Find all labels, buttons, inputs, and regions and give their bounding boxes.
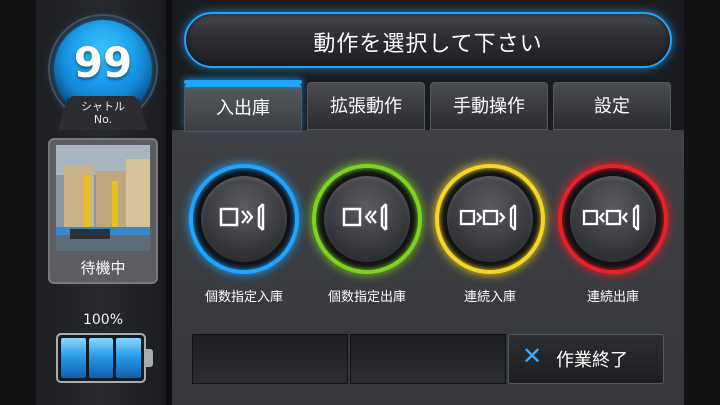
action-ring[interactable] — [558, 164, 668, 274]
action-ring[interactable] — [435, 164, 545, 274]
action-ring[interactable] — [189, 164, 299, 274]
continuous-retrieve-button[interactable]: 連続出庫 — [558, 164, 668, 305]
tab-settings[interactable]: 設定 — [553, 82, 671, 130]
shuttle-label-line1: シャトル — [81, 100, 125, 113]
action-ring[interactable] — [312, 164, 422, 274]
right-edge — [684, 0, 720, 405]
action-label: 個数指定出庫 — [327, 290, 406, 305]
finish-work-label: 作業終了 — [556, 350, 628, 371]
action-label: 連続入庫 — [463, 290, 516, 305]
close-icon: ✕ — [522, 342, 543, 370]
battery-percent: 100% — [82, 312, 124, 328]
continuous-retrieve-icon — [582, 204, 640, 231]
warehouse-photo — [56, 145, 150, 251]
battery-cell — [61, 338, 86, 378]
retrieve-count-button[interactable]: 個数指定出庫 — [312, 164, 422, 305]
action-label: 個数指定入庫 — [204, 290, 283, 305]
tab-store-retrieve[interactable]: 入出庫 — [184, 84, 302, 132]
store-in-count-button[interactable]: 個数指定入庫 — [189, 164, 299, 305]
shuttle-label: シャトル No. — [68, 100, 138, 126]
status-text: 待機中 — [80, 259, 126, 277]
battery-tip — [146, 349, 153, 367]
active-tab-indicator — [184, 80, 302, 84]
battery-cell — [88, 338, 114, 378]
action-label: 連続出庫 — [586, 290, 639, 305]
battery-indicator — [56, 333, 146, 383]
battery-cell — [116, 338, 142, 378]
tab-extended[interactable]: 拡張動作 — [307, 82, 425, 130]
shuttle-label-line2: No. — [93, 113, 113, 126]
shuttle-number: 99 — [73, 38, 133, 87]
store-in-icon — [219, 203, 265, 231]
left-edge — [0, 0, 36, 405]
tab-manual[interactable]: 手動操作 — [430, 82, 548, 130]
empty-slot — [350, 334, 506, 384]
empty-slot — [192, 334, 348, 384]
page-title: 動作を選択して下さい — [313, 32, 543, 57]
continuous-store-in-button[interactable]: 連続入庫 — [435, 164, 545, 305]
retrieve-icon — [342, 203, 388, 231]
continuous-store-in-icon — [459, 204, 517, 231]
